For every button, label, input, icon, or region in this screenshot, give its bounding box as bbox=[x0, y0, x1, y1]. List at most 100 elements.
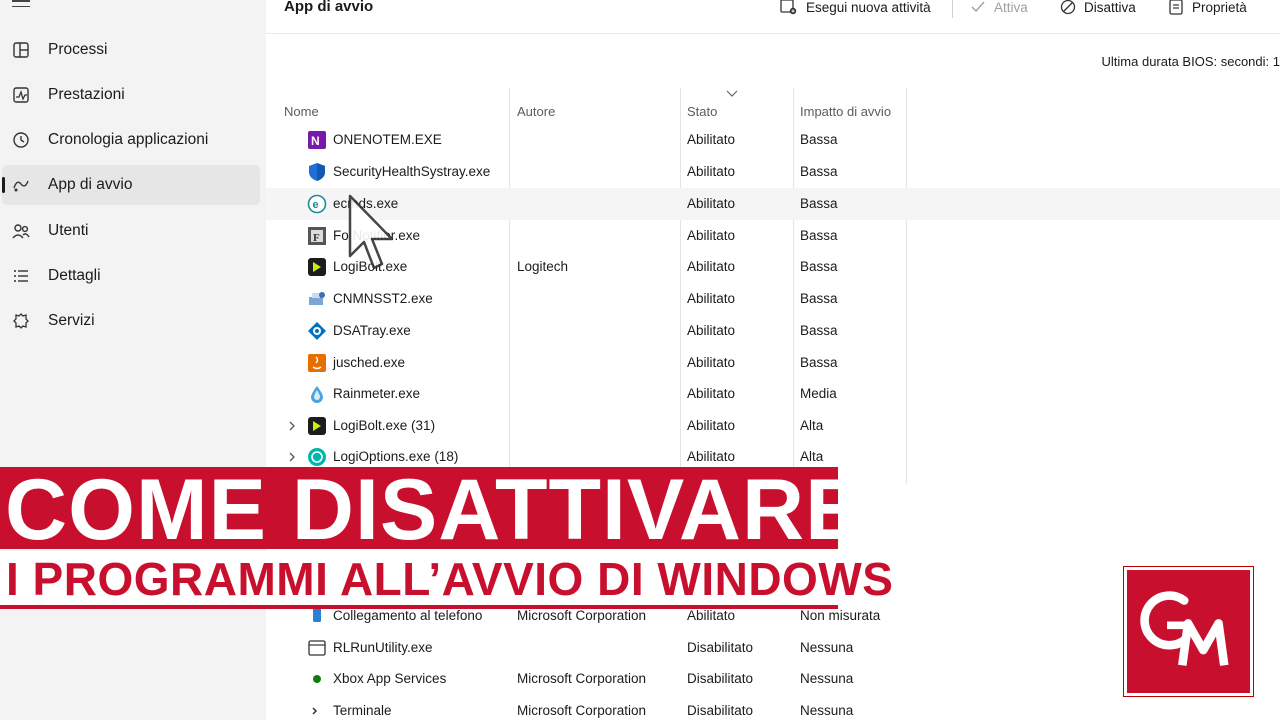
row-state: Abilitato bbox=[687, 418, 736, 433]
disable-button[interactable]: Disattiva bbox=[1060, 0, 1136, 17]
row-impact: Nessuna bbox=[800, 671, 854, 686]
sidebar-item-label: App di avvio bbox=[48, 176, 133, 193]
mouse-cursor-icon bbox=[348, 194, 394, 270]
history-icon bbox=[10, 129, 32, 151]
row-name: Collegamento al telefono bbox=[333, 608, 483, 623]
channel-logo bbox=[1124, 567, 1253, 696]
row-impact: Bassa bbox=[800, 291, 838, 306]
eset-icon: e bbox=[307, 194, 327, 214]
sidebar-item-label: Servizi bbox=[48, 312, 95, 329]
table-row[interactable]: DSATray.exe Abilitato Bassa bbox=[266, 315, 1280, 347]
sidebar-item-processi[interactable]: Processi bbox=[2, 30, 260, 70]
row-author: Microsoft Corporation bbox=[517, 608, 647, 623]
users-icon bbox=[10, 220, 32, 242]
row-state: Abilitato bbox=[687, 608, 736, 623]
sidebar-item-prestazioni[interactable]: Prestazioni bbox=[2, 75, 260, 115]
row-impact: Bassa bbox=[800, 259, 838, 274]
svg-text:N: N bbox=[311, 134, 320, 148]
column-header-author[interactable]: Autore bbox=[517, 104, 555, 119]
row-impact: Media bbox=[800, 386, 837, 401]
table-row[interactable]: LogiBolt.exe Logitech Abilitato Bassa bbox=[266, 251, 1280, 283]
row-name: LogiBolt.exe (31) bbox=[333, 418, 436, 433]
svg-text:F: F bbox=[313, 232, 320, 244]
foxit-icon: F bbox=[308, 227, 326, 245]
toolbar-separator bbox=[952, 0, 953, 18]
row-author: Microsoft Corporation bbox=[517, 703, 647, 718]
table-row[interactable]: Rainmeter.exe Abilitato Media bbox=[266, 378, 1280, 410]
dsa-icon bbox=[308, 322, 326, 340]
check-icon bbox=[971, 1, 985, 13]
services-icon bbox=[10, 310, 32, 332]
row-state: Abilitato bbox=[687, 259, 736, 274]
column-header-state[interactable]: Stato bbox=[687, 104, 717, 119]
row-impact: Bassa bbox=[800, 228, 838, 243]
logibolt-icon bbox=[308, 417, 326, 435]
performance-icon bbox=[10, 84, 32, 106]
banner-subtitle: I PROGRAMMI ALL’AVVIO DI WINDOWS bbox=[6, 553, 894, 605]
run-task-icon bbox=[780, 0, 797, 15]
table-row[interactable]: N ONENOTEM.EXE Abilitato Bassa bbox=[266, 124, 1280, 156]
table-row[interactable]: F Fo Notifier.exe Abilitato Bassa bbox=[266, 220, 1280, 252]
row-state: Abilitato bbox=[687, 132, 736, 147]
onenote-icon: N bbox=[308, 131, 326, 149]
row-state: Disabilitato bbox=[687, 640, 754, 655]
row-author: Logitech bbox=[517, 259, 569, 274]
row-state: Abilitato bbox=[687, 355, 736, 370]
table-row[interactable]: CNMNSST2.exe Abilitato Bassa bbox=[266, 283, 1280, 315]
enable-label: Attiva bbox=[994, 0, 1028, 15]
row-state: Abilitato bbox=[687, 323, 736, 338]
sidebar-item-cronologia[interactable]: Cronologia applicazioni bbox=[2, 120, 260, 160]
row-impact: Bassa bbox=[800, 355, 838, 370]
page-title: App di avvio bbox=[284, 0, 374, 15]
row-state: Abilitato bbox=[687, 164, 736, 179]
sidebar-item-app-di-avvio[interactable]: App di avvio bbox=[2, 165, 260, 205]
table-row[interactable]: SecurityHealthSystray.exe Abilitato Bass… bbox=[266, 156, 1280, 188]
row-impact: Bassa bbox=[800, 196, 838, 211]
row-state: Disabilitato bbox=[687, 703, 754, 718]
properties-button[interactable]: Proprietà bbox=[1168, 0, 1247, 17]
row-name: ONENOTEM.EXE bbox=[333, 132, 442, 147]
shield-icon bbox=[309, 163, 325, 181]
row-impact: Bassa bbox=[800, 323, 838, 338]
enable-button[interactable]: Attiva bbox=[970, 0, 1028, 17]
row-author: Microsoft Corporation bbox=[517, 671, 647, 686]
column-header-impact[interactable]: Impatto di avvio bbox=[800, 104, 891, 119]
row-state: Abilitato bbox=[687, 386, 736, 401]
table-row[interactable]: LogiBolt.exe (31) Abilitato Alta bbox=[266, 410, 1280, 442]
row-name: SecurityHealthSystray.exe bbox=[333, 164, 491, 179]
sidebar-item-label: Prestazioni bbox=[48, 86, 125, 103]
table-row[interactable]: jusched.exe Abilitato Bassa bbox=[266, 347, 1280, 379]
processes-icon bbox=[10, 39, 32, 61]
app-window-icon bbox=[308, 640, 326, 656]
row-impact: Nessuna bbox=[800, 703, 854, 718]
column-header-name[interactable]: Nome bbox=[284, 104, 319, 119]
row-name: jusched.exe bbox=[333, 355, 406, 370]
svg-text:e: e bbox=[313, 199, 319, 211]
chevron-right-icon[interactable] bbox=[286, 419, 298, 433]
row-name: Xbox App Services bbox=[333, 671, 447, 686]
sidebar-item-label: Utenti bbox=[48, 222, 89, 239]
hamburger-menu-icon[interactable] bbox=[12, 0, 30, 10]
phone-link-icon bbox=[313, 608, 321, 622]
table-row[interactable]: e ecmds.exe Abilitato Bassa bbox=[266, 188, 1280, 220]
row-name: DSATray.exe bbox=[333, 323, 411, 338]
row-state: Disabilitato bbox=[687, 671, 754, 686]
sidebar-item-label: Processi bbox=[48, 41, 108, 58]
bios-duration: Ultima durata BIOS: secondi: 1 bbox=[1101, 54, 1280, 69]
sidebar: Processi Prestazioni Cronologia applicaz… bbox=[0, 0, 266, 720]
table-row[interactable]: Terminale Microsoft Corporation Disabili… bbox=[266, 695, 1280, 720]
gm-logo-icon bbox=[1140, 591, 1229, 666]
block-icon bbox=[1060, 0, 1076, 15]
startup-apps-icon bbox=[10, 174, 32, 196]
xbox-icon bbox=[313, 675, 321, 683]
canon-icon bbox=[309, 292, 325, 305]
sidebar-item-servizi[interactable]: Servizi bbox=[2, 301, 260, 341]
sidebar-item-utenti[interactable]: Utenti bbox=[2, 211, 260, 251]
properties-icon bbox=[1169, 0, 1183, 15]
row-impact: Nessuna bbox=[800, 640, 854, 655]
row-impact: Alta bbox=[800, 418, 824, 433]
sidebar-item-dettagli[interactable]: Dettagli bbox=[2, 256, 260, 296]
run-new-task-button[interactable]: Esegui nuova attività bbox=[780, 0, 931, 17]
row-name: CNMNSST2.exe bbox=[333, 291, 433, 306]
details-icon bbox=[10, 265, 32, 287]
